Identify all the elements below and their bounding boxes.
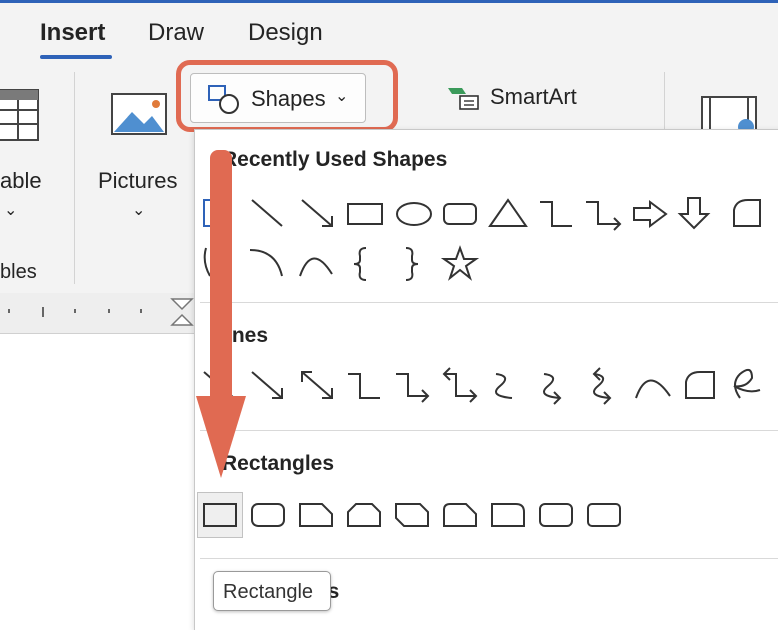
rectangle-shape xyxy=(203,503,237,527)
elbow-arrow-connector-shape xyxy=(586,201,620,225)
elbow-double-arrow-connector-shape xyxy=(444,373,476,397)
arrow-shape xyxy=(301,199,333,227)
pictures-label: Pictures xyxy=(98,168,178,193)
smartart-label: SmartArt xyxy=(490,84,577,109)
rounded-rectangle-shape xyxy=(251,503,285,527)
triangle-shape xyxy=(488,198,528,227)
tab-insert[interactable]: Insert xyxy=(40,19,105,47)
elbow-connector-shape xyxy=(540,201,572,227)
shape-tooltip: Rectangle xyxy=(213,571,331,611)
snip-diagonal-rectangle-shape xyxy=(395,503,429,527)
curved-connector-shape xyxy=(495,373,513,399)
double-arrow-shape xyxy=(301,371,333,399)
round-single-corner-rectangle-shape xyxy=(491,503,525,527)
curve-shape xyxy=(635,379,671,399)
elbow-arrow-connector-shape xyxy=(396,373,428,397)
annotation-down-arrow xyxy=(196,150,246,478)
ribbon-tab-bar: Insert Draw Design xyxy=(0,3,778,65)
star-shape xyxy=(440,245,480,281)
table-icon xyxy=(0,89,39,141)
elbow-connector-shape xyxy=(348,373,380,399)
freeform-shape xyxy=(685,371,715,399)
tab-design[interactable]: Design xyxy=(248,19,323,47)
table-label: able xyxy=(0,168,42,193)
snip-same-side-rectangle-shape xyxy=(347,503,381,527)
chevron-down-icon: ⌄ xyxy=(132,202,146,219)
section-separator xyxy=(200,302,778,303)
pictures-icon xyxy=(111,93,167,135)
snip-single-corner-rectangle-shape xyxy=(299,503,333,527)
rounded-rectangle-shape xyxy=(443,203,477,225)
rectangles-shapes-row xyxy=(203,503,621,527)
round-diagonal-rectangle-shape xyxy=(587,503,621,527)
rectangle-shape xyxy=(347,203,383,225)
document-canvas[interactable] xyxy=(0,334,200,618)
group-divider xyxy=(664,72,665,132)
curve-connector-shape xyxy=(299,257,333,277)
right-brace-shape xyxy=(405,247,419,281)
scribble-shape xyxy=(733,368,761,399)
down-arrow-shape xyxy=(677,197,711,230)
section-separator xyxy=(200,430,778,431)
right-arrow-shape xyxy=(633,200,668,228)
annotation-highlight-box xyxy=(176,60,398,132)
left-brace-shape xyxy=(353,247,367,281)
tooltip-text: Rectangle xyxy=(223,581,314,603)
recent-shapes-row-1 xyxy=(203,197,761,231)
active-tab-indicator xyxy=(40,55,112,59)
oval-shape xyxy=(396,202,432,226)
section-separator xyxy=(200,558,778,559)
group-divider xyxy=(74,72,75,284)
video-icon xyxy=(701,96,757,133)
freeform-shape xyxy=(733,199,761,227)
horizontal-ruler xyxy=(0,293,200,334)
tab-draw[interactable]: Draw xyxy=(148,19,204,47)
tables-group-label: bles xyxy=(0,261,37,283)
round-same-side-rectangle-shape xyxy=(539,503,573,527)
smartart-icon xyxy=(448,88,479,110)
lines-shapes-row xyxy=(203,367,761,405)
snip-round-rectangle-shape xyxy=(443,503,477,527)
chevron-down-icon: ⌄ xyxy=(4,202,18,219)
